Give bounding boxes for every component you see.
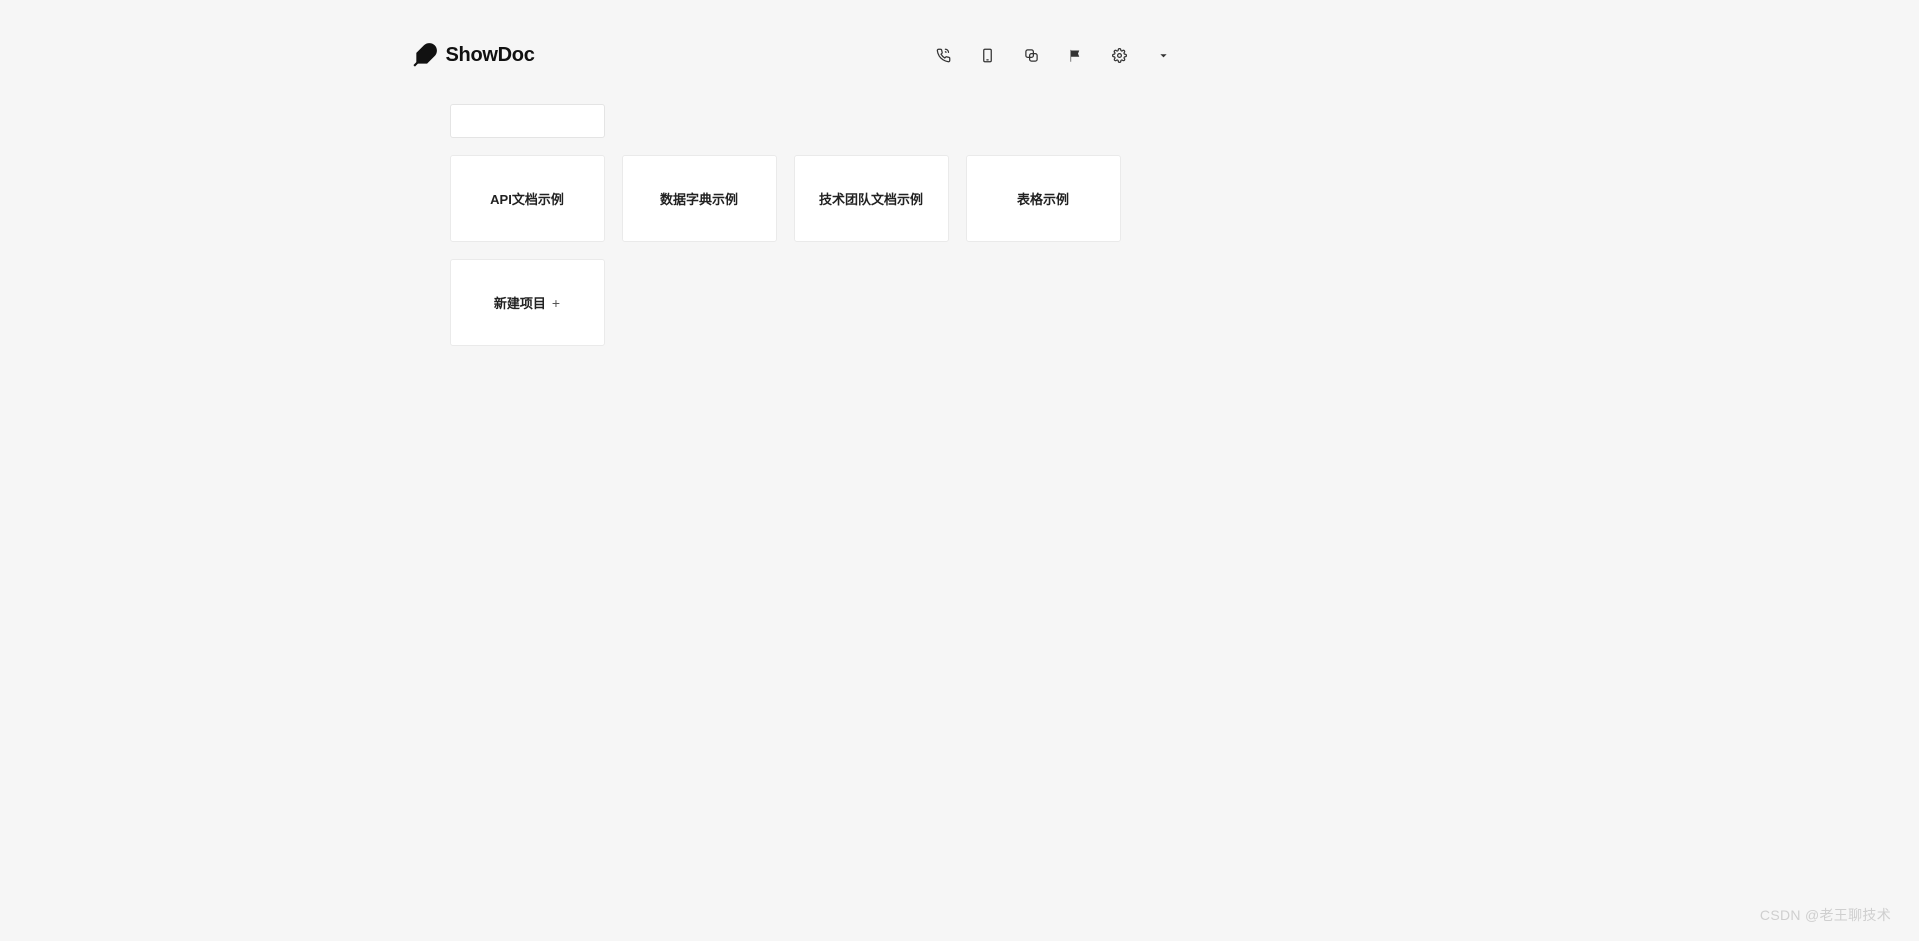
card-label: API文档示例 [490, 189, 564, 208]
plus-icon: + [552, 295, 560, 311]
nav-icons [936, 47, 1172, 63]
mobile-icon[interactable] [980, 47, 996, 63]
search-input[interactable] [467, 114, 643, 129]
watermark: CSDN @老王聊技术 [1760, 905, 1891, 925]
project-card[interactable]: API文档示例 [450, 155, 605, 242]
link-icon[interactable] [1024, 47, 1040, 63]
logo[interactable]: ShowDoc [412, 42, 535, 68]
app-name: ShowDoc [446, 44, 535, 67]
header: ShowDoc [412, 42, 1172, 68]
card-label: 表格示例 [1017, 189, 1069, 208]
project-card[interactable]: 表格示例 [966, 155, 1121, 242]
new-project-label: 新建项目 [494, 293, 546, 312]
card-label: 技术团队文档示例 [819, 189, 923, 208]
feather-icon [412, 42, 438, 68]
new-project-card[interactable]: 新建项目 + [450, 259, 605, 346]
card-grid: API文档示例 数据字典示例 技术团队文档示例 表格示例 新建项目 + [450, 155, 1134, 346]
dropdown-icon[interactable] [1156, 47, 1172, 63]
project-card[interactable]: 数据字典示例 [622, 155, 777, 242]
search-box[interactable] [450, 104, 605, 138]
project-card[interactable]: 技术团队文档示例 [794, 155, 949, 242]
phone-icon[interactable] [936, 47, 952, 63]
card-label: 数据字典示例 [660, 189, 738, 208]
flag-icon[interactable] [1068, 47, 1084, 63]
gear-icon[interactable] [1112, 47, 1128, 63]
